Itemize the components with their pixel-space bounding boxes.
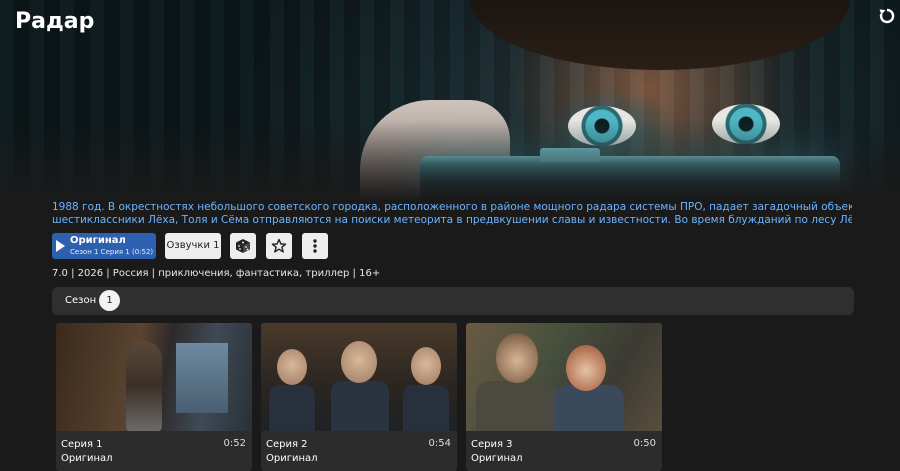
episode-voice: Оригинал — [61, 453, 113, 464]
episode-card[interactable]: Серия 1 0:52 Оригинал — [56, 323, 252, 471]
play-button-sublabel: Сезон 1 Серия 1 (0:52) — [70, 248, 154, 256]
episode-voice: Оригинал — [266, 453, 318, 464]
episode-thumbnail — [466, 323, 662, 431]
random-button[interactable] — [230, 233, 256, 259]
favorite-button[interactable] — [266, 233, 292, 259]
season-selector: Сезон 1 — [52, 287, 854, 315]
refresh-icon[interactable] — [878, 7, 896, 25]
page-title: Радар — [15, 9, 95, 34]
play-button[interactable]: Оригинал Сезон 1 Серия 1 (0:52) — [52, 233, 156, 259]
episode-name: Серия 3 — [471, 439, 513, 450]
meta-info: 7.0 | 2026 | Россия | приключения, фанта… — [52, 268, 381, 279]
play-icon — [56, 240, 65, 252]
more-button[interactable] — [302, 233, 328, 259]
episode-name: Серия 1 — [61, 439, 103, 450]
episode-thumbnail — [56, 323, 252, 431]
episode-voice: Оригинал — [471, 453, 523, 464]
season-label: Сезон — [65, 295, 97, 306]
season-1-button[interactable]: 1 — [99, 290, 120, 311]
star-icon — [271, 238, 287, 253]
dice-icon — [236, 239, 250, 253]
episode-duration: 0:50 — [633, 438, 656, 449]
play-button-label: Оригинал — [70, 235, 126, 246]
description-line: шестиклассники Лёха, Толя и Сёма отправл… — [52, 214, 852, 226]
description-line: 1988 год. В окрестностях небольшого сове… — [52, 201, 852, 213]
more-vertical-icon — [313, 239, 317, 253]
episode-card[interactable]: Серия 2 0:54 Оригинал — [261, 323, 457, 471]
voices-button[interactable]: Озвучки 1 — [165, 233, 221, 259]
episode-duration: 0:52 — [223, 438, 246, 449]
description: 1988 год. В окрестностях небольшого сове… — [52, 201, 852, 227]
episode-thumbnail — [261, 323, 457, 431]
episode-name: Серия 2 — [266, 439, 308, 450]
episode-card[interactable]: Серия 3 0:50 Оригинал — [466, 323, 662, 471]
episode-duration: 0:54 — [428, 438, 451, 449]
